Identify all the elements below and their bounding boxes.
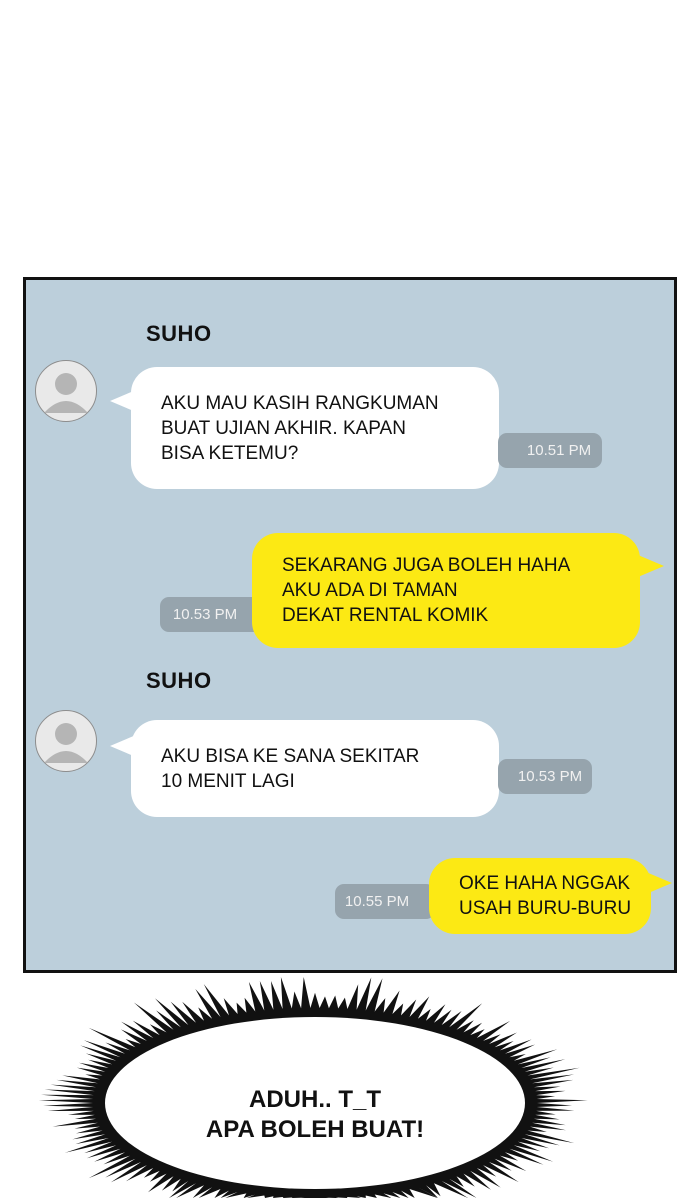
- message-line: BISA KETEMU?: [161, 442, 299, 464]
- message-bubble-incoming[interactable]: AKU BISA KE SANA SEKITAR 10 MENIT LAGI: [131, 720, 499, 817]
- message-line: AKU ADA DI TAMAN: [282, 580, 458, 601]
- message-line: AKU BISA KE SANA SEKITAR: [161, 745, 420, 767]
- message-line: USAH BURU-BURU: [459, 898, 632, 919]
- message-bubble-incoming[interactable]: AKU MAU KASIH RANGKUMAN BUAT UJIAN AKHIR…: [131, 367, 499, 489]
- sender-name: SUHO: [146, 668, 212, 693]
- caption-line: APA BOLEH BUAT!: [205, 1116, 425, 1143]
- caption-text: ADUH.. T_T APA BOLEH BUAT!: [150, 1085, 480, 1145]
- message-line: DEKAT RENTAL KOMIK: [282, 605, 489, 626]
- sender-name: SUHO: [146, 321, 212, 346]
- message-bubble-outgoing[interactable]: SEKARANG JUGA BOLEH HAHA AKU ADA DI TAMA…: [252, 533, 640, 648]
- chat-panel: SUHO AKU MAU KASIH RANGKUMAN BUAT UJIAN …: [23, 277, 677, 973]
- message-line: SEKARANG JUGA BOLEH HAHA: [282, 555, 571, 576]
- message-line: BUAT UJIAN AKHIR. KAPAN: [161, 417, 406, 439]
- message-line: 10 MENIT LAGI: [161, 770, 295, 792]
- message-timestamp: 10.55 PM: [335, 884, 435, 919]
- caption-line: ADUH.. T_T: [249, 1086, 381, 1113]
- message-bubble-outgoing[interactable]: OKE HAHA NGGAK USAH BURU-BURU: [429, 858, 651, 934]
- message-timestamp: 10.53 PM: [498, 759, 592, 794]
- bubble-tail: [638, 555, 664, 577]
- message-line: AKU MAU KASIH RANGKUMAN: [161, 392, 439, 414]
- avatar-icon[interactable]: [35, 710, 97, 772]
- avatar-icon[interactable]: [35, 360, 97, 422]
- message-timestamp: 10.51 PM: [498, 433, 602, 468]
- message-line: OKE HAHA NGGAK: [459, 873, 631, 894]
